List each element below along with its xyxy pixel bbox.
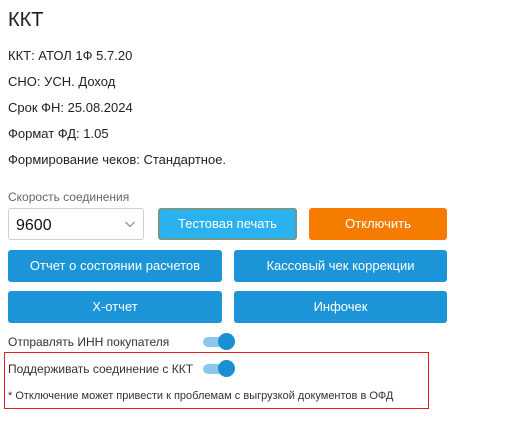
correction-receipt-button[interactable]: Кассовый чек коррекции [234, 250, 447, 282]
chevron-down-icon [125, 221, 135, 228]
tax-system: СНО: УСН. Доход [8, 74, 116, 89]
speed-select[interactable]: 9600 [8, 208, 144, 240]
disconnect-warning-note: * Отключение может привести к проблемам … [8, 390, 394, 402]
x-report-button[interactable]: Х-отчет [8, 291, 222, 323]
toggle-knob [218, 333, 235, 350]
info-receipt-button[interactable]: Инфочек [234, 291, 447, 323]
receipt-mode: Формирование чеков: Стандартное. [8, 152, 227, 167]
test-print-button[interactable]: Тестовая печать [158, 208, 297, 240]
send-inn-toggle[interactable] [203, 333, 235, 351]
disconnect-button[interactable]: Отключить [309, 208, 447, 240]
support-connection-toggle[interactable] [203, 360, 235, 378]
speed-select-value: 9600 [16, 217, 52, 234]
page-title: ККТ [8, 9, 44, 31]
speed-label: Скорость соединения [8, 190, 130, 204]
kkt-model: ККТ: АТОЛ 1Ф 5.7.20 [8, 48, 133, 63]
settlement-status-report-button[interactable]: Отчет о состоянии расчетов [8, 250, 222, 282]
toggle-knob [218, 360, 235, 377]
send-inn-label: Отправлять ИНН покупателя [8, 335, 170, 349]
fn-expiry: Срок ФН: 25.08.2024 [8, 100, 133, 115]
fd-format: Формат ФД: 1.05 [8, 126, 109, 141]
support-connection-label: Поддерживать соединение с ККТ [8, 362, 194, 376]
